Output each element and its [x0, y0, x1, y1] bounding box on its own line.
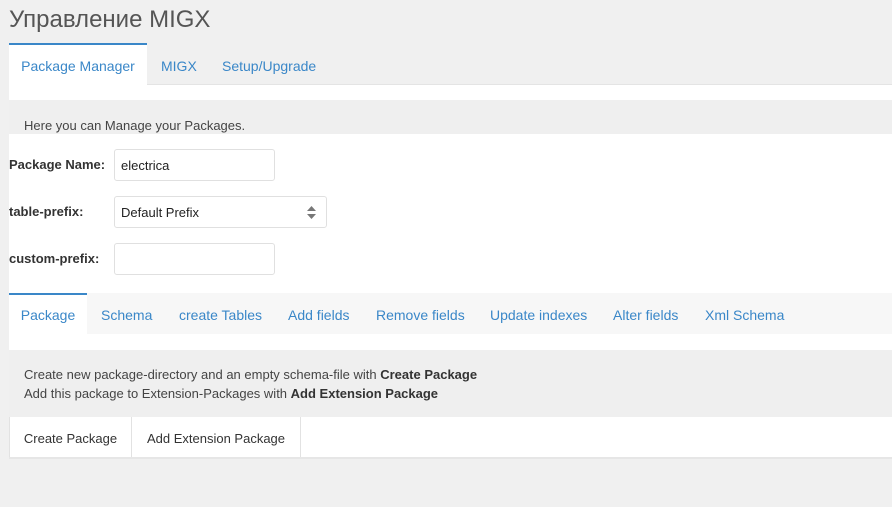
package-name-label: Package Name: — [9, 157, 106, 172]
custom-prefix-input[interactable] — [114, 243, 275, 275]
table-prefix-label: table-prefix: — [9, 204, 84, 219]
page-title: Управление MIGX — [9, 6, 211, 33]
tab-package[interactable]: Package — [9, 293, 87, 335]
add-extension-package-button[interactable]: Add Extension Package — [131, 417, 301, 458]
create-package-button[interactable]: Create Package — [9, 417, 132, 458]
tab-setup-upgrade[interactable]: Setup/Upgrade — [222, 43, 316, 85]
select-arrows-icon — [307, 206, 316, 219]
panel-bottom-edge — [9, 457, 892, 459]
tab-alter-fields[interactable]: Alter fields — [613, 293, 678, 334]
package-name-input[interactable] — [114, 149, 275, 181]
tab-add-fields[interactable]: Add fields — [288, 293, 349, 334]
custom-prefix-label: custom-prefix: — [9, 251, 100, 266]
tab-xml-schema[interactable]: Xml Schema — [705, 293, 784, 334]
tab-package-manager[interactable]: Package Manager — [9, 43, 147, 86]
tab-create-tables[interactable]: create Tables — [179, 293, 262, 334]
package-sub-tab-bar: Package Schema create Tables Add fields … — [9, 293, 892, 335]
panel-description: Here you can Manage your Packages. — [24, 118, 246, 133]
info-line-create: Create new package-directory and an empt… — [24, 367, 478, 382]
info-line-extension: Add this package to Extension-Packages w… — [24, 386, 439, 401]
top-tab-bar: Package Manager MIGX Setup/Upgrade — [9, 43, 892, 86]
tab-remove-fields[interactable]: Remove fields — [376, 293, 465, 334]
package-info-bar: Create new package-directory and an empt… — [9, 350, 892, 417]
tab-schema[interactable]: Schema — [101, 293, 152, 334]
table-prefix-select[interactable]: Default Prefix — [114, 196, 327, 228]
table-prefix-selected-value: Default Prefix — [121, 205, 200, 220]
tab-update-indexes[interactable]: Update indexes — [490, 293, 587, 334]
tab-migx[interactable]: MIGX — [161, 43, 197, 85]
